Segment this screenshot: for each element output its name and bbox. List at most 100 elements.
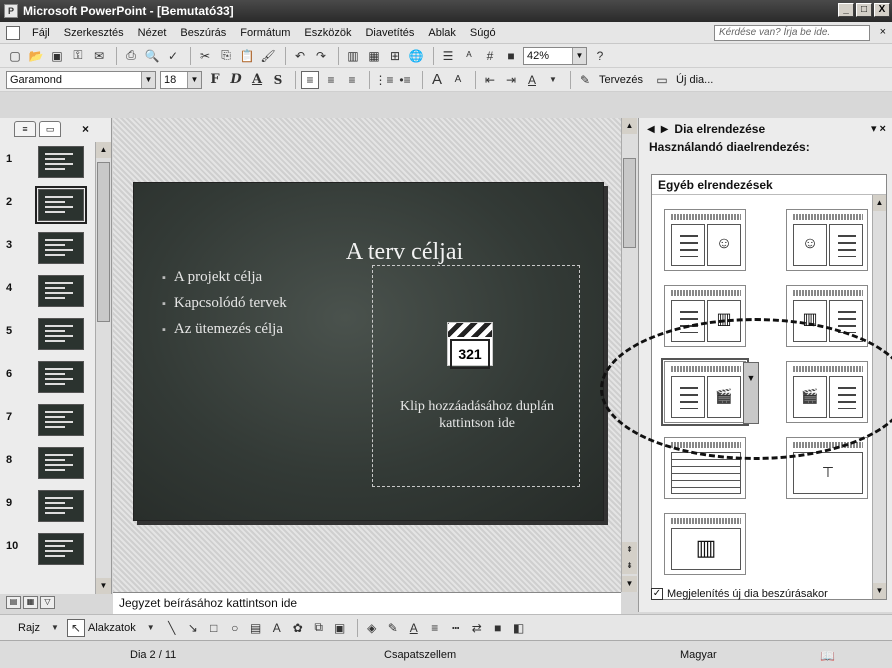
chevron-down-icon[interactable]: ▼ [142,619,160,637]
slide-title[interactable]: A terv céljai [134,239,605,266]
scroll-down-icon[interactable]: ▼ [96,578,111,594]
picture-icon[interactable]: ▣ [331,619,349,637]
chevron-down-icon[interactable]: ▼ [46,619,64,637]
draw-menu-button[interactable]: Rajz [18,622,40,634]
show-on-insert-option[interactable]: ✓ Megjelenítés új dia beszúrásakor [651,588,828,600]
slide-bullets[interactable]: A projekt célja Kapcsolódó tervek Az üte… [162,265,287,343]
increase-indent-icon[interactable]: ⇥ [502,71,520,89]
print-icon[interactable]: ⎙ [122,47,140,65]
show-formatting-icon[interactable]: ᴬ [460,47,478,65]
menu-window[interactable]: Ablak [428,27,456,39]
font-color-icon[interactable]: A [405,619,423,637]
document-close-icon[interactable]: × [880,26,886,38]
arrow-style-icon[interactable]: ⇄ [468,619,486,637]
paste-icon[interactable]: 📋 [238,47,256,65]
textbox-icon[interactable]: ▤ [247,619,265,637]
insert-table-icon[interactable]: ▦ [365,47,383,65]
new-slide-button[interactable]: Új dia... [676,74,713,86]
forward-icon[interactable]: ▶ [661,124,669,135]
underline-button[interactable]: A [248,71,266,89]
bullets-icon[interactable]: •≡ [396,71,414,89]
zoom-select[interactable]: 42% ▼ [523,46,587,65]
slides-scrollbar[interactable]: ▲ ▼ [95,142,111,594]
increase-font-icon[interactable]: A [428,71,446,89]
fill-color-icon[interactable]: ◈ [363,619,381,637]
design-button[interactable]: Tervezés [599,74,643,86]
pane-close-icon[interactable]: × [82,122,89,136]
scroll-up-icon[interactable]: ▲ [96,142,111,158]
menu-file[interactable]: Fájl [32,27,50,39]
menu-insert[interactable]: Beszúrás [180,27,226,39]
dash-style-icon[interactable]: ┅ [447,619,465,637]
undo-icon[interactable]: ↶ [291,47,309,65]
menu-view[interactable]: Nézet [138,27,167,39]
previous-slide-icon[interactable]: ⇞ [622,542,637,558]
next-slide-icon[interactable]: ⇟ [622,558,637,574]
slide-thumbnail-row[interactable]: 6 [0,357,92,395]
shadow-button[interactable]: S [269,71,287,89]
arrow-icon[interactable]: ↘ [184,619,202,637]
redo-icon[interactable]: ↷ [312,47,330,65]
expand-all-icon[interactable]: ☰ [439,47,457,65]
autoshapes-menu-button[interactable]: Alakzatok [88,622,136,634]
grid-icon[interactable]: # [481,47,499,65]
color-grayscale-icon[interactable]: ■ [502,47,520,65]
spelling-icon[interactable]: ✓ [164,47,182,65]
select-pointer-icon[interactable]: ↖ [67,618,86,637]
scroll-thumb[interactable] [623,158,636,248]
slide-thumbnail[interactable] [38,146,84,178]
slide-thumbnail[interactable] [38,275,84,307]
chevron-down-icon[interactable]: ▼ [544,71,562,89]
slide-thumbnail[interactable] [35,186,87,224]
slide-thumbnail-row[interactable]: 3 [0,228,92,266]
powerpoint-app-icon[interactable]: P [4,4,18,18]
scroll-down-icon[interactable]: ▼ [622,576,637,592]
cut-icon[interactable]: ✂ [196,47,214,65]
italic-button[interactable]: D [227,71,245,89]
slide-thumbnail-row[interactable]: 5 [0,314,92,352]
line-style-icon[interactable]: ≡ [426,619,444,637]
normal-view-icon[interactable]: ▤ [6,596,21,609]
chevron-down-icon[interactable]: ▼ [572,47,586,64]
clipart-icon[interactable]: ⧉ [310,619,328,637]
slide-thumbnail[interactable] [38,404,84,436]
diagram-icon[interactable]: ✿ [289,619,307,637]
menu-edit[interactable]: Szerkesztés [64,27,124,39]
slide-thumbnail-row[interactable]: 4 [0,271,92,309]
bold-button[interactable]: F [206,71,224,89]
slide-thumbnail[interactable] [38,361,84,393]
minimize-button[interactable]: _ [838,3,854,17]
slide-thumbnail-row[interactable]: 1 [0,142,92,180]
font-size-select[interactable]: 18 ▼ [160,70,202,89]
slide-thumbnail[interactable] [38,490,84,522]
chevron-down-icon[interactable]: ▼ [141,71,155,88]
numbering-icon[interactable]: ⋮≡ [375,71,394,89]
layout-clipart-text[interactable]: ☺ [786,209,868,271]
restore-button[interactable]: □ [856,3,872,17]
line-color-icon[interactable]: ✎ [384,619,402,637]
tables-borders-icon[interactable]: ⊞ [386,47,404,65]
permission-icon[interactable]: ⚿ [69,47,87,65]
oval-icon[interactable]: ○ [226,619,244,637]
menu-format[interactable]: Formátum [240,27,290,39]
slide-thumbnail-row[interactable]: 7 [0,400,92,438]
email-icon[interactable]: ✉ [90,47,108,65]
help-icon[interactable]: ? [591,47,609,65]
slide-sorter-view-icon[interactable]: ▦ [23,596,38,609]
notes-input[interactable]: Jegyzet beírásához kattintson ide [113,592,621,614]
chevron-down-icon[interactable]: ▼ [187,71,201,88]
back-icon[interactable]: ◀ [647,124,655,135]
3d-style-icon[interactable]: ◧ [510,619,528,637]
scroll-down-icon[interactable]: ▼ [873,583,886,599]
print-preview-icon[interactable]: 🔍 [143,47,161,65]
save-icon[interactable]: ▣ [48,47,66,65]
slide-thumbnail[interactable] [38,447,84,479]
spell-check-status-icon[interactable]: 📖 [820,649,835,663]
align-center-icon[interactable]: ≡ [322,71,340,89]
help-search-input[interactable]: Kérdése van? Írja be ide. [714,25,870,41]
slideshow-view-icon[interactable]: ▽ [40,596,55,609]
new-icon[interactable]: ▢ [6,47,24,65]
design-icon[interactable]: ✎ [576,71,594,89]
menu-slideshow[interactable]: Diavetítés [365,27,414,39]
task-pane-close-icon[interactable]: ▾ × [871,122,886,135]
